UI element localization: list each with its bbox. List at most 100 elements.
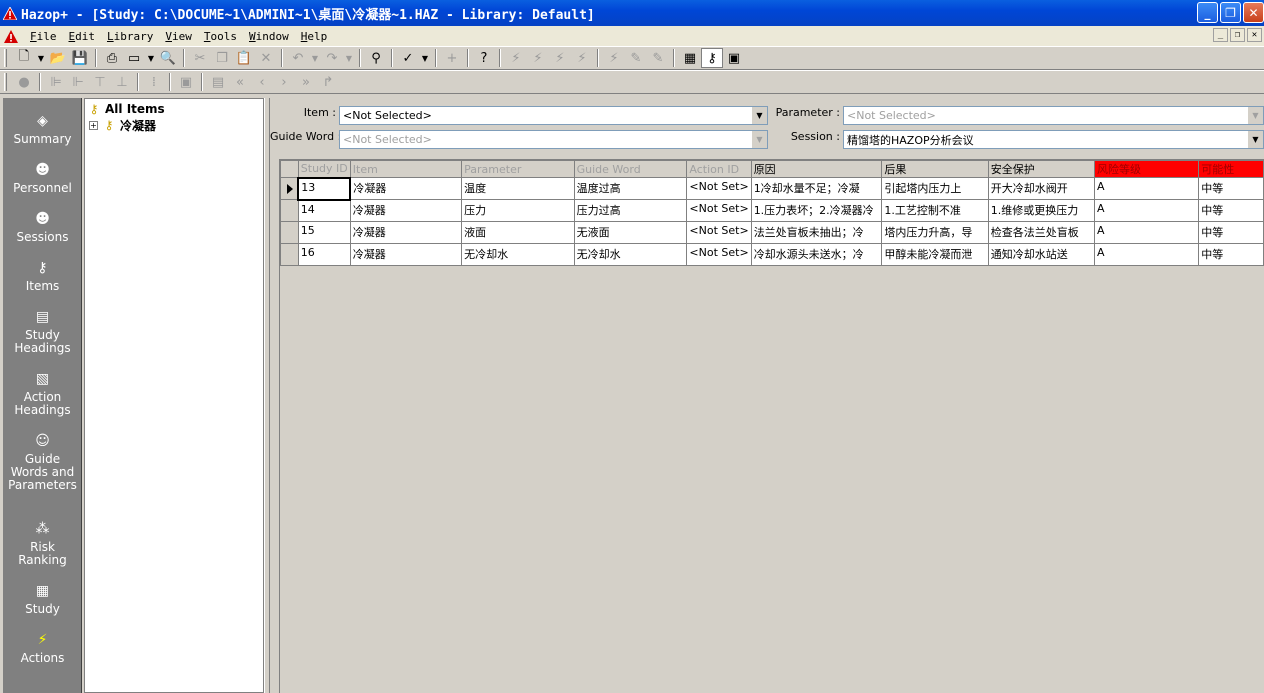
toolbar-grip[interactable] — [4, 49, 7, 67]
chevron-down-icon[interactable]: ▼ — [145, 48, 157, 68]
table-cell[interactable]: <Not Set> — [686, 221, 752, 244]
table-cell[interactable]: 甲醇未能冷凝而泄 — [881, 243, 989, 266]
nav-actions[interactable]: ⚡ Actions — [3, 631, 82, 665]
nav-guide-words[interactable]: ☺ Guide Words and Parameters — [3, 432, 82, 492]
align-bottom-icon[interactable]: ⊥ — [111, 72, 133, 92]
row-selector[interactable] — [280, 199, 299, 222]
table-cell[interactable]: 冷凝器 — [349, 199, 463, 222]
record-icon[interactable]: ● — [13, 72, 35, 92]
nav-risk-ranking[interactable]: ⁂ Risk Ranking — [3, 520, 82, 567]
menu-view[interactable]: View — [159, 30, 198, 43]
help-icon[interactable]: ? — [473, 48, 495, 68]
table-cell[interactable]: <Not Set> — [686, 177, 752, 200]
nav-summary[interactable]: ◈ Summary — [3, 112, 82, 146]
row-selector[interactable] — [280, 221, 299, 244]
table-cell[interactable]: A — [1094, 199, 1200, 222]
table-cell[interactable]: 法兰处盲板未抽出；冷 — [750, 221, 883, 244]
table-cell[interactable]: 无液面 — [573, 221, 688, 244]
chevron-down-icon[interactable]: ▼ — [343, 48, 355, 68]
column-header[interactable]: Guide Word — [573, 160, 688, 178]
action-edit-icon[interactable]: ✎ — [625, 48, 647, 68]
page-setup-icon[interactable]: ▭ — [123, 48, 145, 68]
calendar-icon[interactable]: ▣ — [723, 48, 745, 68]
nav-personnel[interactable]: ☻ Personnel — [3, 161, 82, 195]
print-icon[interactable]: ⎙ — [101, 48, 123, 68]
save-icon[interactable]: 💾 — [69, 48, 91, 68]
mdi-restore-button[interactable]: ❐ — [1230, 28, 1245, 42]
menu-file[interactable]: File — [24, 30, 63, 43]
select-all-cell[interactable] — [280, 160, 299, 178]
first-record-icon[interactable]: « — [229, 72, 251, 92]
expand-icon[interactable]: + — [89, 120, 98, 130]
table-cell[interactable]: 压力 — [461, 199, 575, 222]
table-cell[interactable]: 温度 — [461, 177, 575, 200]
chevron-down-icon[interactable]: ▼ — [751, 107, 767, 124]
last-record-icon[interactable]: » — [295, 72, 317, 92]
nav-items[interactable]: ⚷ Items — [3, 259, 82, 293]
link-action-icon[interactable]: ⚡ — [505, 48, 527, 68]
column-header[interactable]: Parameter — [461, 160, 575, 178]
table-cell[interactable]: 液面 — [461, 221, 575, 244]
parameter-select[interactable]: <Not Selected> ▼ — [843, 106, 1264, 125]
nav-sessions[interactable]: ☻ Sessions — [3, 210, 82, 244]
copy-icon[interactable]: ❐ — [211, 48, 233, 68]
add-icon[interactable]: + — [441, 48, 463, 68]
table-cell[interactable]: 1.维修或更换压力 — [987, 199, 1096, 222]
binoculars-icon[interactable]: ⚲ — [365, 48, 387, 68]
column-header[interactable]: 原因 — [750, 160, 883, 178]
table-cell[interactable]: A — [1094, 221, 1200, 244]
column-header[interactable]: 安全保护 — [987, 160, 1096, 178]
table-cell[interactable]: <Not Set> — [686, 243, 752, 266]
minimize-button[interactable]: _ — [1197, 2, 1218, 23]
column-header[interactable]: 风险等级 — [1094, 160, 1200, 178]
chevron-down-icon[interactable]: ▼ — [751, 131, 767, 148]
session-select[interactable]: 精馏塔的HAZOP分析会议 ▼ — [843, 130, 1264, 149]
action-icon[interactable]: ⚡ — [603, 48, 625, 68]
table-cell[interactable]: A — [1094, 177, 1200, 200]
chevron-down-icon[interactable]: ▼ — [1247, 131, 1263, 148]
unlink-action-icon[interactable]: ⚡ — [571, 48, 593, 68]
table-cell[interactable]: 中等 — [1198, 199, 1264, 222]
nav-action-headings[interactable]: ▧ Action Headings — [3, 370, 82, 417]
previous-record-icon[interactable]: ‹ — [251, 72, 273, 92]
nav-study[interactable]: ▦ Study — [3, 582, 82, 616]
delete-icon[interactable]: ✕ — [255, 48, 277, 68]
row-selector[interactable] — [280, 243, 299, 266]
tree-node-condenser[interactable]: + ⚷ 冷凝器 — [89, 117, 156, 133]
mdi-minimize-button[interactable]: _ — [1213, 28, 1228, 42]
link-action-minus-icon[interactable]: ⚡ — [549, 48, 571, 68]
menu-window[interactable]: Window — [243, 30, 295, 43]
next-record-icon[interactable]: › — [273, 72, 295, 92]
table-cell[interactable]: 冷凝器 — [349, 221, 463, 244]
menu-help[interactable]: Help — [295, 30, 334, 43]
table-cell[interactable]: 15 — [297, 221, 351, 244]
nav-study-headings[interactable]: ▤ Study Headings — [3, 308, 82, 355]
table-cell[interactable]: <Not Set> — [686, 199, 752, 222]
column-header[interactable]: 后果 — [881, 160, 989, 178]
align-right-icon[interactable]: ⊩ — [67, 72, 89, 92]
menu-library[interactable]: Library — [101, 30, 159, 43]
table-cell[interactable]: 14 — [297, 199, 351, 222]
table-cell[interactable]: 1冷却水量不足；冷凝 — [750, 177, 883, 200]
cut-icon[interactable]: ✂ — [189, 48, 211, 68]
column-header[interactable]: 可能性 — [1198, 160, 1264, 178]
paste-icon[interactable]: 📋 — [233, 48, 255, 68]
mdi-close-button[interactable]: ✕ — [1247, 28, 1262, 42]
record-nav-icon[interactable]: ▤ — [207, 72, 229, 92]
toolbar-grip[interactable] — [4, 73, 7, 91]
align-top-icon[interactable]: ⊤ — [89, 72, 111, 92]
table-cell[interactable]: 中等 — [1198, 243, 1264, 266]
grid-dots-icon[interactable]: ⁞ — [143, 72, 165, 92]
table-row[interactable]: 13 冷凝器 温度 温度过高 <Not Set> 1冷却水量不足；冷凝 引起塔内… — [280, 176, 1264, 201]
table-cell[interactable]: 中等 — [1198, 221, 1264, 244]
chevron-down-icon[interactable]: ▼ — [35, 48, 47, 68]
guide-word-select[interactable]: <Not Selected> ▼ — [339, 130, 768, 149]
table-cell[interactable]: 压力过高 — [573, 199, 688, 222]
table-cell[interactable]: 1.工艺控制不准 — [881, 199, 989, 222]
row-selector[interactable] — [280, 177, 299, 200]
table-cell[interactable]: 引起塔内压力上 — [881, 177, 989, 200]
table-cell[interactable]: 16 — [297, 243, 351, 266]
link-action-plus-icon[interactable]: ⚡ — [527, 48, 549, 68]
table-cell[interactable]: 温度过高 — [573, 177, 688, 200]
column-header[interactable]: Action ID — [686, 160, 752, 178]
